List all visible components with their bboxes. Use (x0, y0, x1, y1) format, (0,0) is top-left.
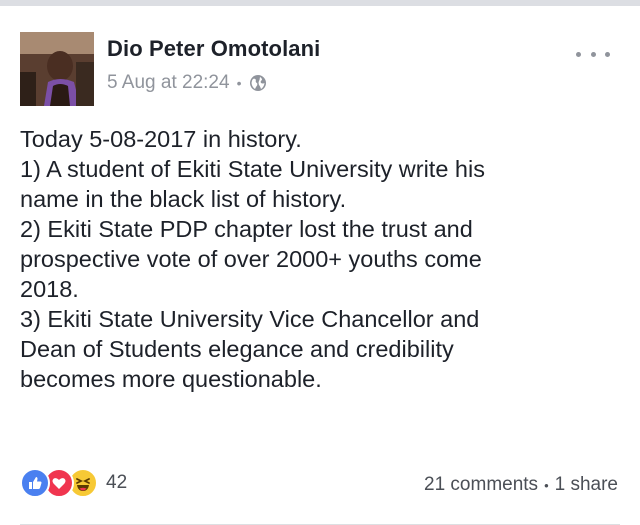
shares-count[interactable]: 1 share (555, 474, 618, 496)
more-dot (590, 51, 596, 57)
reaction-count: 42 (106, 472, 128, 493)
post-card: Dio Peter Omotolani 5 Aug at 22:24 • Tod… (0, 6, 640, 525)
more-dot (576, 51, 581, 57)
post-line: Dean of Students elegance and credibilit… (20, 336, 454, 362)
reactions-summary[interactable]: 42 (20, 468, 127, 498)
post-line: Today 5-08-2017 in history. (20, 126, 302, 152)
more-dot (605, 51, 610, 57)
stats-separator: • (544, 477, 549, 493)
avatar[interactable] (20, 32, 94, 106)
post-line: becomes more questionable. (20, 366, 322, 392)
like-icon (20, 468, 50, 498)
post-line: 1) A student of Ekiti State University w… (20, 156, 485, 182)
more-options-icon[interactable] (576, 44, 610, 64)
meta-separator: • (236, 75, 242, 91)
post-line: 2018. (20, 276, 79, 302)
post-line: 3) Ekiti State University Vice Chancello… (20, 306, 480, 332)
post-line: prospective vote of over 2000+ youths co… (20, 246, 482, 272)
globe-icon[interactable] (249, 74, 267, 92)
engagement-stats: 21 comments • 1 share (424, 474, 618, 496)
avatar-image (20, 32, 94, 106)
post-timestamp[interactable]: 5 Aug at 22:24 (107, 72, 230, 94)
post-meta: 5 Aug at 22:24 • (107, 70, 267, 96)
author-name[interactable]: Dio Peter Omotolani (107, 36, 320, 62)
post-line: name in the black list of history. (20, 186, 347, 212)
post-body: Today 5-08-2017 in history. 1) A student… (20, 124, 620, 394)
post-line: 2) Ekiti State PDP chapter lost the trus… (20, 216, 473, 242)
comments-count[interactable]: 21 comments (424, 474, 538, 496)
